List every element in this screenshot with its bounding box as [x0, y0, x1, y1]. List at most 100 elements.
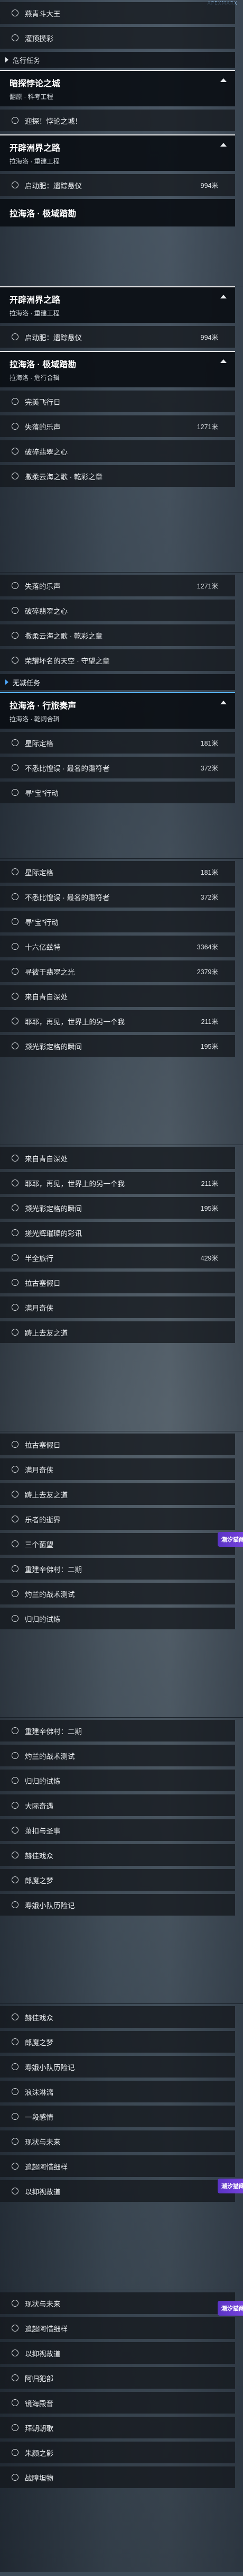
quest-step-item[interactable]: 迎探！悖论之城！	[0, 110, 235, 131]
circle-icon	[12, 1516, 18, 1522]
quest-step-item[interactable]: 撒柔云海之歌 · 乾彩之章	[0, 465, 235, 487]
chevron-up-icon[interactable]	[220, 701, 227, 704]
quest-step-label: 寿娥小队历险记	[25, 1901, 75, 1910]
quest-step-item[interactable]: 燕青斗大王	[0, 2, 235, 24]
quest-step-item[interactable]: 耶耶，再见，世界上的另一个我 211米	[0, 1010, 235, 1032]
quest-list: 赫佳戏众郎魔之梦寿娥小队历险记 浪沫淋漓一段感情现状与未来追超阿惜细样 以抑视故道	[0, 2004, 235, 2205]
event-badge[interactable]: 潮汐猫阈	[218, 2179, 243, 2193]
chevron-up-icon[interactable]	[220, 78, 227, 82]
quest-step-item[interactable]: 郎魔之梦	[0, 2031, 235, 2053]
quest-step-item[interactable]: 追超阿惜细样	[0, 2155, 235, 2177]
quest-step-item[interactable]: 荣耀坏名的天空 · 守望之章	[0, 649, 235, 671]
quest-step-item[interactable]: 现状与未来	[0, 2292, 235, 2314]
quest-step-label: 失落的乐声	[25, 582, 61, 591]
circle-icon	[12, 2038, 18, 2045]
event-badge[interactable]: 潮汐猫阈	[218, 1532, 243, 1547]
quest-card[interactable]: 拉海洛 · 极域踏勘 拉海洛 · 危行合辑	[0, 351, 235, 387]
quest-title: 拉海洛 · 极域踏勘	[10, 360, 77, 369]
quest-step-item[interactable]: 破碎翡翠之心	[0, 440, 235, 462]
quest-step-item[interactable]: 星际定格 181米	[0, 861, 235, 883]
quest-step-label: 郎魔之梦	[25, 2038, 53, 2047]
quest-step-item[interactable]: 半全旅行 429米	[0, 1247, 235, 1268]
quest-step-item[interactable]: 失落的乐声 1271米	[0, 415, 235, 437]
chevron-up-icon[interactable]	[220, 359, 227, 363]
quest-step-item[interactable]: 重建辛佛村：二期	[0, 1720, 235, 1741]
circle-icon	[12, 1304, 18, 1311]
quest-step-item[interactable]: 失落的乐声 1271米	[0, 575, 235, 596]
quest-step-item[interactable]: 以抑视故道	[0, 2342, 235, 2364]
quest-step-item[interactable]: 满月奇侠	[0, 1296, 235, 1318]
quest-step-item[interactable]: 踌上去友之道	[0, 1483, 235, 1505]
quest-title: 暗探悖论之城	[10, 79, 61, 88]
quest-step-label: 以抑视故道	[25, 2350, 61, 2358]
quest-step-item[interactable]: 完美飞行日	[0, 391, 235, 412]
quest-card[interactable]: 暗探悖论之城 翻原 · 科考工程	[0, 70, 235, 106]
circle-icon	[12, 1042, 18, 1049]
quest-step-item[interactable]: 启动肥：遗踪悬仪 994米	[0, 174, 235, 196]
quest-step-item[interactable]: 追超阿惜细样	[0, 2317, 235, 2339]
circle-icon	[12, 968, 18, 975]
quest-step-item[interactable]: 寿娥小队历险记	[0, 1894, 235, 1916]
quest-step-item[interactable]: 大际奇遇	[0, 1794, 235, 1816]
quest-step-item[interactable]: 拉古塞假日	[0, 1434, 235, 1455]
quest-card[interactable]: 拉海洛 · 行旅奏声 拉海洛 · 乾阔合辑	[0, 692, 235, 729]
quest-step-item[interactable]: 满月奇侠	[0, 1458, 235, 1480]
quest-step-item[interactable]: 乐者的逝界	[0, 1508, 235, 1530]
quest-step-item[interactable]: 萧扣与圣事	[0, 1819, 235, 1841]
quest-step-item[interactable]: 阿归犯部	[0, 2367, 235, 2389]
quest-step-item[interactable]: 拉古塞假日	[0, 1272, 235, 1293]
quest-step-item[interactable]: 镜海殿音	[0, 2392, 235, 2414]
quest-step-label: 破碎翡翠之心	[25, 448, 68, 456]
quest-step-item[interactable]: 战障坦物	[0, 2466, 235, 2488]
quest-step-item[interactable]: 以抑视故道	[0, 2180, 235, 2202]
quest-step-item[interactable]: 来自青自深处	[0, 985, 235, 1007]
quest-step-item[interactable]: 星际定格 181米	[0, 732, 235, 754]
quest-step-item[interactable]: 撒柔云海之歌 · 乾彩之章	[0, 624, 235, 646]
circle-icon	[12, 789, 18, 796]
quest-step-item[interactable]: 撷光彩定格的瞬间 195米	[0, 1197, 235, 1219]
chevron-up-icon[interactable]	[220, 295, 227, 298]
quest-step-item[interactable]: 浪沫淋漓	[0, 2081, 235, 2102]
quest-step-item[interactable]: 不悉比惶误 · 最名的霭符者 372米	[0, 886, 235, 908]
quest-step-item[interactable]: 寿娥小队历险记	[0, 2056, 235, 2078]
distance-label: 195米	[200, 1043, 218, 1050]
quest-step-item[interactable]: 归归的试炼	[0, 1608, 235, 1629]
quest-step-item[interactable]: 踌上去友之道	[0, 1321, 235, 1343]
quest-card[interactable]: 开辟洲界之路 拉海洛 · 重建工程	[0, 134, 235, 171]
quest-step-item[interactable]: 现状与未来	[0, 2130, 235, 2152]
quest-step-item[interactable]: 三个菌望	[0, 1533, 235, 1555]
circle-icon	[12, 2424, 18, 2431]
chevron-up-icon[interactable]	[220, 143, 227, 147]
quest-step-item[interactable]: 十六亿兹特 3364米	[0, 936, 235, 957]
quest-step-item[interactable]: 灌顶摸彩	[0, 27, 235, 49]
quest-step-item[interactable]: 朱颜之影	[0, 2442, 235, 2463]
quest-step-item[interactable]: 灼兰的战术测试	[0, 1745, 235, 1766]
section-header[interactable]: 无减任务	[0, 674, 235, 690]
quest-list: 星际定格 181米 不悉比惶误 · 最名的霭符者 372米 寻"宝"行动 十六亿兹特 336…	[0, 859, 235, 1060]
quest-step-label: 破碎翡翠之心	[25, 607, 68, 615]
quest-step-item[interactable]: 不悉比惶误 · 最名的霭符者 372米	[0, 757, 235, 778]
quest-step-item[interactable]: 归归的试炼	[0, 1770, 235, 1791]
quest-card[interactable]: 拉海洛 · 极域踏勘	[0, 199, 235, 226]
quest-step-label: 归归的试炼	[25, 1777, 61, 1785]
quest-step-item[interactable]: 耶耶，再见，世界上的另一个我 211米	[0, 1172, 235, 1194]
quest-step-item[interactable]: 启动肥：遗踪悬仪 994米	[0, 326, 235, 348]
section-header[interactable]: 危行任务	[0, 52, 235, 68]
quest-step-item[interactable]: 寻彼于翡翠之光 2379米	[0, 960, 235, 982]
quest-step-item[interactable]: 拜朝朝歌	[0, 2417, 235, 2438]
quest-step-item[interactable]: 来自青自深处	[0, 1147, 235, 1169]
quest-step-item[interactable]: 郎魔之梦	[0, 1869, 235, 1891]
quest-step-item[interactable]: 寻"宝"行动	[0, 911, 235, 932]
quest-step-item[interactable]: 搓光辉璀璨的彩讯	[0, 1222, 235, 1244]
quest-step-item[interactable]: 赫佳戏众	[0, 1844, 235, 1866]
quest-step-item[interactable]: 一段感情	[0, 2106, 235, 2127]
event-badge[interactable]: 潮汐猫阈	[218, 2301, 243, 2316]
quest-step-item[interactable]: 灼兰的战术测试	[0, 1583, 235, 1604]
quest-step-item[interactable]: 撷光彩定格的瞬间 195米	[0, 1035, 235, 1057]
quest-card[interactable]: 开辟洲界之路 拉海洛 · 重建工程	[0, 286, 235, 323]
quest-step-item[interactable]: 破碎翡翠之心	[0, 600, 235, 621]
quest-step-label: 归归的试炼	[25, 1615, 61, 1623]
quest-step-item[interactable]: 赫佳戏众	[0, 2006, 235, 2028]
quest-step-item[interactable]: 重建辛佛村：二期	[0, 1558, 235, 1580]
quest-step-item[interactable]: 寻"宝"行动	[0, 782, 235, 803]
